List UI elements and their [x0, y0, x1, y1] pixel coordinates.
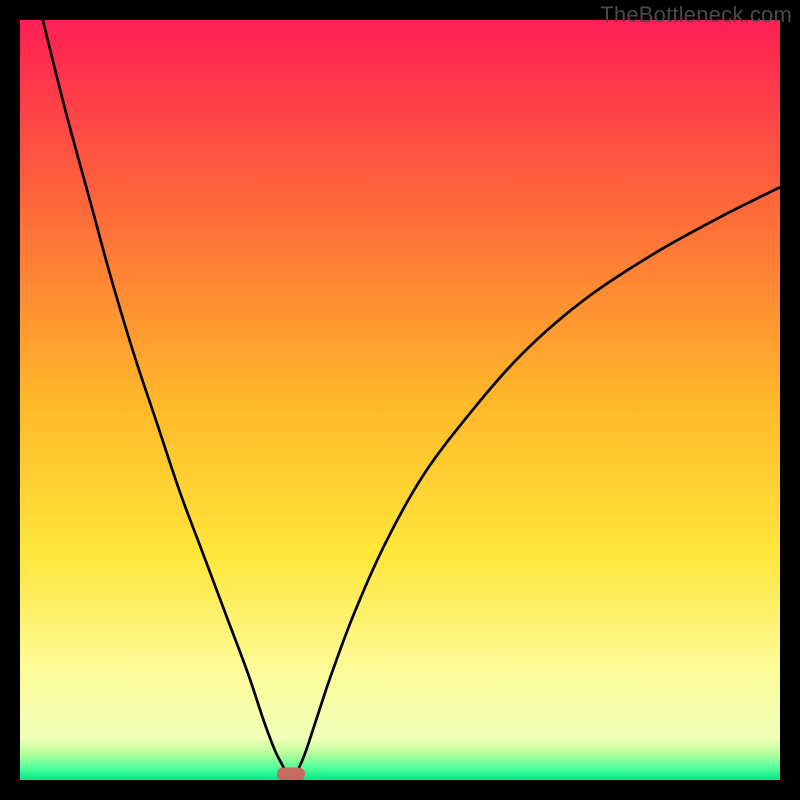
chart-plot-area	[20, 20, 780, 780]
bottleneck-marker	[277, 767, 305, 780]
watermark-text: TheBottleneck.com	[600, 2, 792, 28]
bottleneck-curve	[20, 20, 780, 780]
